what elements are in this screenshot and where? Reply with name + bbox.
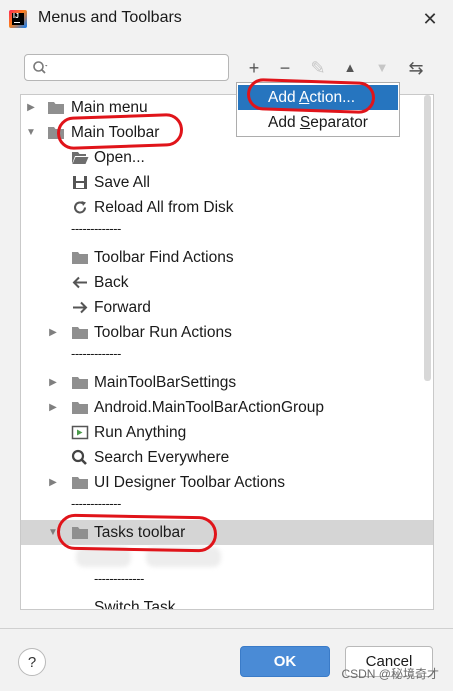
- tree-item-label: Tasks toolbar: [94, 524, 186, 541]
- blurred-item: [146, 547, 221, 567]
- tree-item-separator[interactable]: -------------: [21, 220, 423, 245]
- search-field[interactable]: [24, 54, 229, 81]
- search-input[interactable]: [55, 58, 227, 79]
- tree-item-label: Save All: [94, 174, 151, 191]
- remove-button[interactable]: −: [274, 56, 296, 80]
- tree-item-find-actions[interactable]: Toolbar Find Actions: [21, 245, 423, 270]
- tree-item-label: UI Designer Toolbar Actions: [94, 474, 285, 491]
- tree-item-label: Toolbar Find Actions: [94, 249, 234, 266]
- folder-icon: [48, 127, 64, 139]
- separator-label: -------------: [71, 221, 121, 236]
- arrow-left-icon: [72, 276, 87, 289]
- restore-defaults-button[interactable]: ⇆: [405, 56, 427, 80]
- tree-item-separator[interactable]: -------------: [21, 495, 423, 520]
- tree-item-label: Back: [94, 274, 129, 291]
- separator-label: -------------: [71, 346, 121, 361]
- add-action-menu-item[interactable]: Add Action...: [238, 85, 398, 110]
- tree-item-forward[interactable]: Forward: [21, 295, 423, 320]
- tree-item-label: Search Everywhere: [94, 449, 230, 466]
- arrow-right-icon: [73, 301, 88, 314]
- run-anything-icon: [71, 425, 89, 440]
- folder-icon: [72, 377, 88, 389]
- add-button[interactable]: +: [243, 56, 265, 80]
- folder-open-icon: [72, 152, 89, 164]
- edit-icon-button[interactable]: ✎: [307, 56, 329, 80]
- folder-icon: [72, 402, 88, 414]
- tree-item-label: Main Toolbar: [71, 124, 160, 141]
- tree-item-separator[interactable]: -------------: [21, 570, 423, 595]
- separator-label: -------------: [94, 571, 144, 586]
- tree-item-tasks-toolbar[interactable]: ▼ Tasks toolbar: [21, 520, 433, 545]
- tree-item-switch-task[interactable]: Switch Task: [21, 595, 423, 610]
- tree-item-label: Main menu: [71, 99, 148, 116]
- tree-item-separator[interactable]: -------------: [21, 345, 423, 370]
- tree-item-label: Forward: [94, 299, 151, 316]
- expand-arrow-icon[interactable]: ▶: [47, 370, 59, 395]
- tree-item-search-everywhere[interactable]: Search Everywhere: [21, 445, 423, 470]
- expand-arrow-icon[interactable]: ▶: [25, 95, 37, 120]
- intellij-app-icon: IJ: [9, 10, 27, 28]
- blurred-item: [76, 547, 131, 567]
- save-icon: [73, 176, 87, 189]
- collapse-arrow-icon[interactable]: ▼: [25, 120, 37, 145]
- tree-item-settings[interactable]: ▶ MainToolBarSettings: [21, 370, 423, 395]
- expand-arrow-icon[interactable]: ▶: [47, 320, 59, 345]
- window-title: Menus and Toolbars: [38, 9, 182, 26]
- tree-item-label: MainToolBarSettings: [94, 374, 237, 391]
- tree-item-back[interactable]: Back: [21, 270, 423, 295]
- tree-item-label: Switch Task: [94, 599, 176, 610]
- title-bar: IJ Menus and Toolbars ✕: [0, 0, 453, 40]
- separator-label: -------------: [71, 496, 121, 511]
- search-icon: [71, 449, 87, 465]
- folder-icon: [72, 252, 88, 264]
- expand-arrow-icon[interactable]: ▶: [47, 470, 59, 495]
- add-separator-menu-item[interactable]: Add Separator: [238, 110, 398, 135]
- ok-button[interactable]: OK: [240, 646, 330, 677]
- tree-item-run-anything[interactable]: Run Anything: [21, 420, 423, 445]
- tree-item-open[interactable]: Open...: [21, 145, 423, 170]
- add-popup-menu: Add Action... Add Separator: [236, 82, 400, 137]
- actions-tree[interactable]: ▶ Main menu ▼ Main Toolbar Open... Save …: [20, 94, 434, 610]
- move-up-button[interactable]: ▲: [339, 56, 361, 80]
- move-down-button[interactable]: ▼: [371, 56, 393, 80]
- folder-icon: [72, 527, 88, 539]
- scrollbar-thumb[interactable]: [424, 95, 431, 381]
- tree-item-save-all[interactable]: Save All: [21, 170, 423, 195]
- search-icon: [33, 61, 48, 74]
- folder-icon: [48, 102, 64, 114]
- watermark: CSDN @秘境奇才: [341, 667, 439, 681]
- tree-item-label: Run Anything: [94, 424, 187, 441]
- tree-item-label: Android.MainToolBarActionGroup: [94, 399, 325, 416]
- folder-icon: [72, 327, 88, 339]
- folder-icon: [72, 477, 88, 489]
- expand-arrow-icon[interactable]: ▶: [47, 395, 59, 420]
- help-button[interactable]: ?: [18, 648, 46, 676]
- tree-item-android[interactable]: ▶ Android.MainToolBarActionGroup: [21, 395, 423, 420]
- collapse-arrow-icon[interactable]: ▼: [47, 520, 59, 545]
- close-button[interactable]: ✕: [417, 6, 443, 32]
- refresh-icon: [74, 201, 86, 214]
- tree-item-label: Open...: [94, 149, 145, 166]
